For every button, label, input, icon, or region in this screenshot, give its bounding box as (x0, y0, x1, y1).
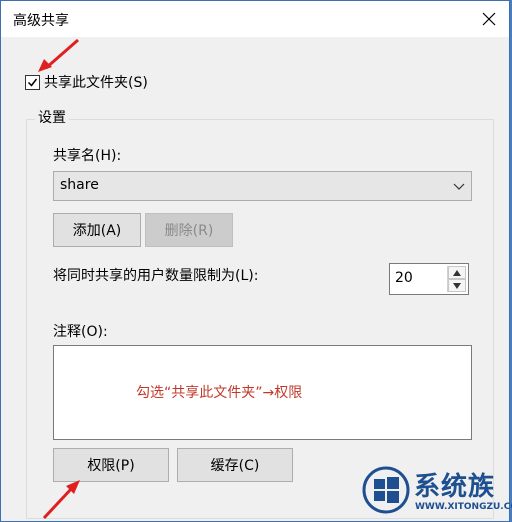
dialog-content: 共享此文件夹(S) 设置 共享名(H): share 添加(A) 删除(R) 将… (1, 37, 509, 521)
watermark-brand: 系统族 (414, 472, 496, 502)
close-button[interactable] (475, 5, 503, 33)
spin-up-button[interactable] (448, 266, 466, 279)
permissions-button[interactable]: 权限(P) (53, 448, 169, 482)
window-title: 高级共享 (13, 13, 69, 29)
add-button-label: 添加(A) (72, 223, 122, 239)
add-button[interactable]: 添加(A) (53, 213, 141, 247)
share-name-value: share (60, 177, 99, 193)
checkmark-icon (27, 78, 38, 87)
share-folder-checkbox[interactable]: 共享此文件夹(S) (25, 72, 148, 92)
arrow-to-permissions-icon (42, 480, 80, 520)
triangle-up-icon (453, 269, 461, 276)
arrow-to-checkbox-icon (38, 38, 79, 72)
comment-label: 注释(O): (53, 324, 108, 340)
triangle-down-icon (453, 282, 461, 289)
close-icon (482, 12, 496, 26)
checkbox-box[interactable] (25, 74, 40, 90)
chevron-down-icon (453, 183, 465, 190)
caching-button[interactable]: 缓存(C) (177, 448, 293, 482)
advanced-sharing-dialog: 高级共享 共享此文件夹(S) 设置 共享名(H): share 添加(A) 删除… (0, 0, 510, 522)
permissions-button-label: 权限(P) (87, 458, 135, 474)
user-limit-spinbox[interactable]: 20 (389, 263, 469, 295)
settings-legend: 设置 (35, 107, 69, 127)
spin-buttons (447, 266, 466, 292)
share-name-combobox[interactable]: share (53, 171, 472, 201)
watermark: 系统族 WWW.XITONGZU.COM (358, 460, 512, 522)
instruction-annotation: 勾选“共享此文件夹”→权限 (136, 385, 303, 401)
caching-button-label: 缓存(C) (210, 458, 260, 474)
user-limit-value: 20 (395, 270, 413, 286)
share-folder-label: 共享此文件夹(S) (44, 75, 148, 91)
spin-down-button[interactable] (448, 279, 466, 292)
title-bar: 高级共享 (1, 1, 509, 37)
share-name-label: 共享名(H): (53, 148, 122, 164)
windows-logo-icon (362, 466, 410, 514)
remove-button-label: 删除(R) (164, 223, 214, 239)
user-limit-label: 将同时共享的用户数量限制为(L): (53, 268, 259, 284)
watermark-url: WWW.XITONGZU.COM (415, 502, 512, 512)
remove-button: 删除(R) (145, 213, 233, 247)
comment-textarea[interactable]: 勾选“共享此文件夹”→权限 (53, 345, 472, 440)
